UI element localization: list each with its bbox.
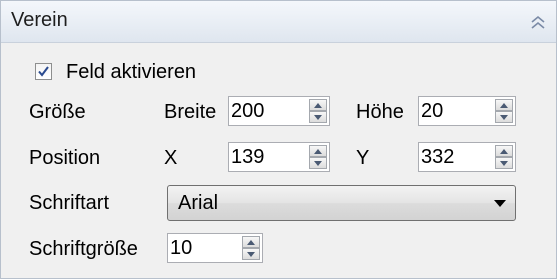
font-size-label: Schriftgröße [29, 238, 138, 260]
arrow-up-icon [247, 240, 255, 245]
x-stepper[interactable] [228, 142, 330, 172]
arrow-down-icon [500, 115, 508, 120]
enable-label[interactable]: Feld aktivieren [66, 60, 196, 84]
arrow-up-icon [500, 103, 508, 108]
spin-up-button[interactable] [495, 145, 513, 157]
height-input[interactable] [421, 99, 487, 123]
arrow-down-icon [247, 252, 255, 257]
size-label: Größe [29, 101, 86, 123]
y-input[interactable] [421, 145, 487, 169]
arrow-up-icon [314, 103, 322, 108]
width-spin-buttons [309, 99, 327, 123]
collapse-icon[interactable] [528, 13, 548, 33]
spin-up-button[interactable] [242, 236, 260, 248]
y-spin-buttons [495, 145, 513, 169]
font-label: Schriftart [29, 192, 110, 214]
triangle-down-icon[interactable] [494, 200, 506, 207]
font-size-input[interactable] [170, 236, 234, 260]
arrow-up-icon [500, 149, 508, 154]
spin-down-button[interactable] [309, 111, 327, 123]
arrow-up-icon [314, 149, 322, 154]
width-stepper[interactable] [228, 96, 330, 126]
width-label: Breite [164, 101, 217, 123]
arrow-down-icon [314, 161, 322, 166]
font-dropdown-value: Arial [178, 192, 219, 214]
y-label: Y [356, 147, 370, 169]
spin-up-button[interactable] [309, 99, 327, 111]
panel-header[interactable]: Verein [1, 1, 556, 43]
x-label: X [164, 147, 178, 169]
font-size-spin-buttons [242, 236, 260, 260]
spin-down-button[interactable] [495, 157, 513, 169]
position-label: Position [29, 147, 101, 169]
height-spin-buttons [495, 99, 513, 123]
checkmark-icon [38, 66, 49, 77]
arrow-down-icon [500, 161, 508, 166]
verein-panel: Verein Feld aktivieren Größe Breite Höhe… [0, 0, 557, 279]
width-input[interactable] [231, 99, 301, 123]
spin-up-button[interactable] [309, 145, 327, 157]
spin-down-button[interactable] [495, 111, 513, 123]
arrow-down-icon [314, 115, 322, 120]
spin-down-button[interactable] [309, 157, 327, 169]
x-input[interactable] [231, 145, 301, 169]
y-stepper[interactable] [418, 142, 516, 172]
panel-title: Verein [11, 9, 68, 31]
font-size-stepper[interactable] [167, 233, 263, 263]
height-label: Höhe [356, 101, 404, 123]
font-dropdown[interactable]: Arial [167, 185, 516, 221]
x-spin-buttons [309, 145, 327, 169]
spin-up-button[interactable] [495, 99, 513, 111]
enable-checkbox[interactable] [35, 63, 52, 80]
height-stepper[interactable] [418, 96, 516, 126]
spin-down-button[interactable] [242, 248, 260, 260]
